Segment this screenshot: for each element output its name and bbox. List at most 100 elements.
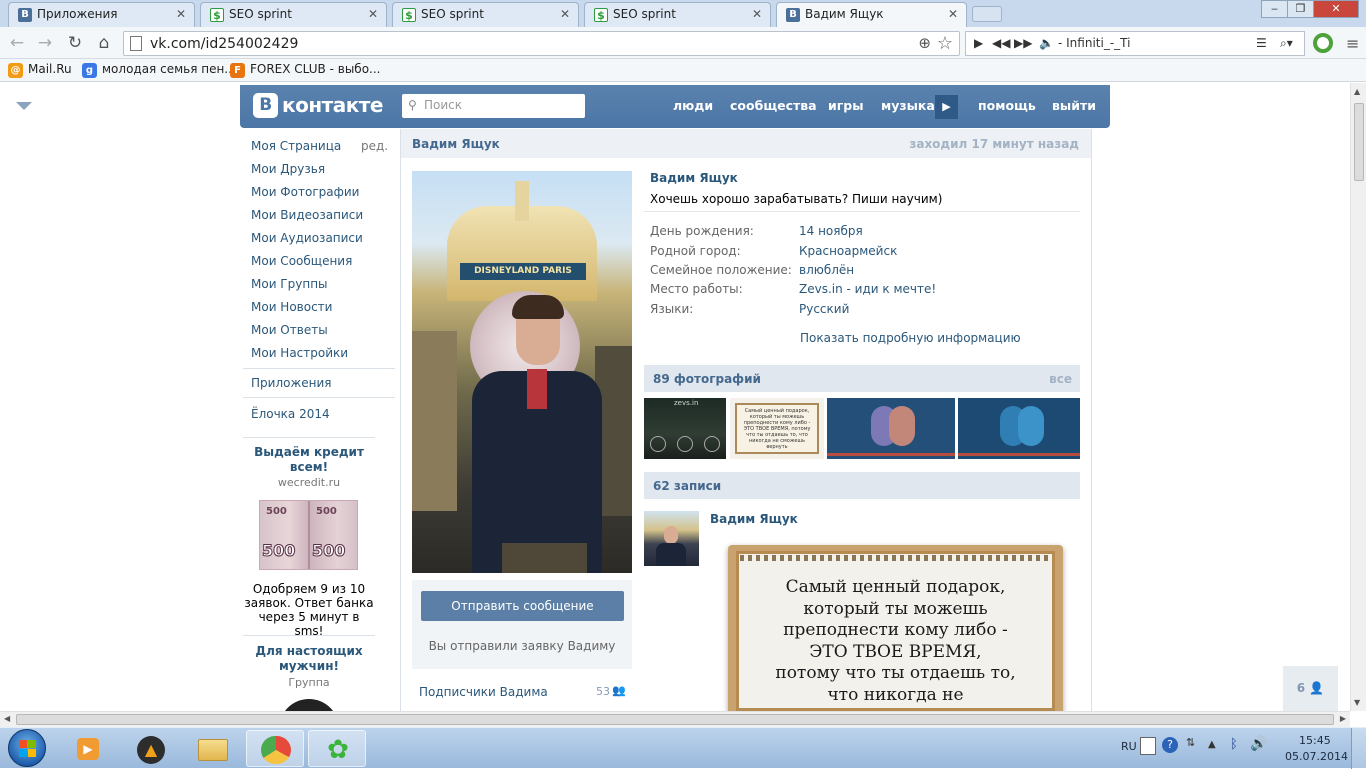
- photo-thumb[interactable]: [958, 398, 1080, 459]
- show-desktop-button[interactable]: [1351, 728, 1366, 769]
- bookmark-young-family[interactable]: g молодая семья пен...: [82, 62, 236, 78]
- taskbar-chrome[interactable]: [246, 730, 304, 767]
- nav-music[interactable]: музыка: [881, 98, 935, 113]
- bluetooth-icon[interactable]: ᛒ: [1230, 737, 1238, 752]
- taskbar-aimp[interactable]: ▲: [122, 730, 180, 767]
- extension-icon[interactable]: [1313, 33, 1333, 53]
- menu-answers[interactable]: Мои Ответы: [251, 323, 328, 337]
- start-button[interactable]: [8, 729, 46, 767]
- playlist-icon[interactable]: ☰: [1256, 36, 1267, 50]
- work-value[interactable]: Zevs.in - иди к мечте!: [799, 282, 936, 296]
- clock-time[interactable]: 15:45: [1299, 734, 1331, 747]
- menu-my-page[interactable]: Моя Страница: [251, 139, 341, 153]
- language-indicator[interactable]: RU: [1121, 740, 1137, 753]
- notes-icon[interactable]: [1140, 737, 1156, 755]
- vk-logo[interactable]: Вконтакте: [253, 93, 383, 119]
- ad-text[interactable]: Одобряем 9 из 10 заявок. Ответ банка чер…: [243, 582, 375, 638]
- close-window-button[interactable]: ✕: [1313, 0, 1359, 18]
- bookmark-forex-club[interactable]: F FOREX CLUB - выбо...: [230, 62, 380, 78]
- scrollbar-thumb[interactable]: [1354, 103, 1364, 181]
- menu-settings[interactable]: Мои Настройки: [251, 346, 348, 360]
- horizontal-scrollbar[interactable]: ◀ ▶: [0, 711, 1350, 727]
- relationship-value[interactable]: влюблён: [799, 263, 854, 277]
- photo-thumb[interactable]: [827, 398, 955, 459]
- menu-photos[interactable]: Мои Фотографии: [251, 185, 359, 199]
- close-icon[interactable]: ✕: [752, 7, 762, 21]
- scrollbar-thumb[interactable]: [16, 714, 1334, 725]
- taskbar-media-player[interactable]: ▶: [60, 730, 118, 767]
- vk-search-input[interactable]: ⚲ Поиск: [402, 94, 585, 118]
- address-bar[interactable]: vk.com/id254002429 ⊕ ☆: [123, 31, 960, 56]
- volume-icon[interactable]: 🔈: [1039, 36, 1054, 50]
- prev-icon[interactable]: ◀◀: [992, 36, 1010, 50]
- nav-logout[interactable]: выйти: [1052, 98, 1096, 113]
- subscribers-link[interactable]: Подписчики Вадима: [419, 685, 548, 699]
- new-tab-button[interactable]: [972, 6, 1002, 22]
- reload-button[interactable]: ↻: [64, 32, 86, 54]
- nav-people[interactable]: люди: [673, 98, 713, 113]
- music-play-icon[interactable]: ▶: [935, 95, 958, 119]
- menu-friends[interactable]: Мои Друзья: [251, 162, 325, 176]
- menu-audios[interactable]: Мои Аудиозаписи: [251, 231, 363, 245]
- show-hidden-icons[interactable]: ▲: [1208, 739, 1216, 750]
- posts-section-header[interactable]: 62 записи: [644, 472, 1080, 499]
- photos-all-link[interactable]: все: [1049, 372, 1072, 386]
- close-icon[interactable]: ✕: [948, 7, 958, 21]
- birthday-value[interactable]: 14 ноября: [799, 224, 863, 238]
- ad-site[interactable]: wecredit.ru: [243, 476, 375, 489]
- play-icon[interactable]: ▶: [974, 36, 983, 50]
- tab-seo-sprint-2[interactable]: $ SEO sprint ✕: [392, 2, 579, 27]
- post-image[interactable]: Самый ценный подарок, который ты можешь …: [728, 545, 1063, 711]
- forward-button[interactable]: →: [34, 32, 56, 54]
- menu-icon[interactable]: ≡: [1346, 34, 1359, 53]
- close-icon[interactable]: ✕: [368, 7, 378, 21]
- next-icon[interactable]: ▶▶: [1014, 36, 1032, 50]
- bookmark-mailru[interactable]: @ Mail.Ru: [8, 62, 72, 78]
- profile-status[interactable]: Хочешь хорошо зарабатывать? Пиши научим): [650, 192, 942, 206]
- nav-communities[interactable]: сообщества: [730, 98, 817, 113]
- menu-messages[interactable]: Мои Сообщения: [251, 254, 352, 268]
- tab-seo-sprint-3[interactable]: $ SEO sprint ✕: [584, 2, 771, 27]
- taskbar-icq[interactable]: ✿: [308, 730, 366, 767]
- close-icon[interactable]: ✕: [176, 7, 186, 21]
- photo-thumb[interactable]: zevs.in: [644, 398, 726, 459]
- tab-seo-sprint-1[interactable]: $ SEO sprint ✕: [200, 2, 387, 27]
- back-button[interactable]: ←: [6, 32, 28, 54]
- bookmark-star-icon[interactable]: ☆: [937, 33, 953, 54]
- menu-videos[interactable]: Мои Видеозаписи: [251, 208, 363, 222]
- search-icon[interactable]: ⌕▾: [1280, 36, 1293, 51]
- show-details-link[interactable]: Показать подробную информацию: [800, 331, 1021, 345]
- collapse-arrow-icon[interactable]: [16, 102, 32, 110]
- tab-profile[interactable]: В Вадим Ящук ✕: [776, 2, 967, 27]
- clock-date[interactable]: 05.07.2014: [1285, 750, 1348, 763]
- tab-apps[interactable]: В Приложения ✕: [8, 2, 195, 27]
- network-icon[interactable]: ⇅: [1186, 736, 1195, 749]
- volume-icon[interactable]: 🔊: [1250, 736, 1267, 752]
- hometown-value[interactable]: Красноармейск: [799, 244, 897, 258]
- app-elochka[interactable]: Ёлочка 2014: [251, 407, 330, 421]
- nav-help[interactable]: помощь: [978, 98, 1036, 113]
- close-icon[interactable]: ✕: [560, 7, 570, 21]
- help-icon[interactable]: ?: [1162, 737, 1178, 753]
- ad-title[interactable]: Для настоящих мужчин!: [243, 644, 375, 674]
- vertical-scrollbar[interactable]: ▲ ▼: [1350, 83, 1366, 711]
- ad-banknotes-image[interactable]: 500 500 500 500: [259, 500, 358, 570]
- online-friends-counter[interactable]: 6 👤: [1283, 666, 1338, 711]
- post-author-avatar[interactable]: [644, 511, 699, 566]
- photos-section-header[interactable]: 89 фотографий все: [644, 365, 1080, 392]
- ad-image[interactable]: [279, 699, 339, 711]
- maximize-button[interactable]: ❐: [1287, 0, 1314, 18]
- photo-thumb[interactable]: Самый ценный подарок, который ты можешь …: [730, 398, 824, 459]
- languages-value[interactable]: Русский: [799, 302, 849, 316]
- send-message-button[interactable]: Отправить сообщение: [421, 591, 624, 621]
- menu-news[interactable]: Мои Новости: [251, 300, 332, 314]
- post-author-name[interactable]: Вадим Ящук: [710, 512, 798, 526]
- menu-groups[interactable]: Мои Группы: [251, 277, 328, 291]
- zoom-icon[interactable]: ⊕: [918, 34, 931, 52]
- edit-link[interactable]: ред.: [361, 139, 388, 153]
- home-button[interactable]: ⌂: [93, 32, 115, 54]
- minimize-button[interactable]: ‒: [1261, 0, 1288, 18]
- taskbar-explorer[interactable]: [184, 730, 242, 767]
- menu-apps[interactable]: Приложения: [251, 376, 332, 390]
- profile-photo[interactable]: DISNEYLAND PARIS: [412, 171, 632, 573]
